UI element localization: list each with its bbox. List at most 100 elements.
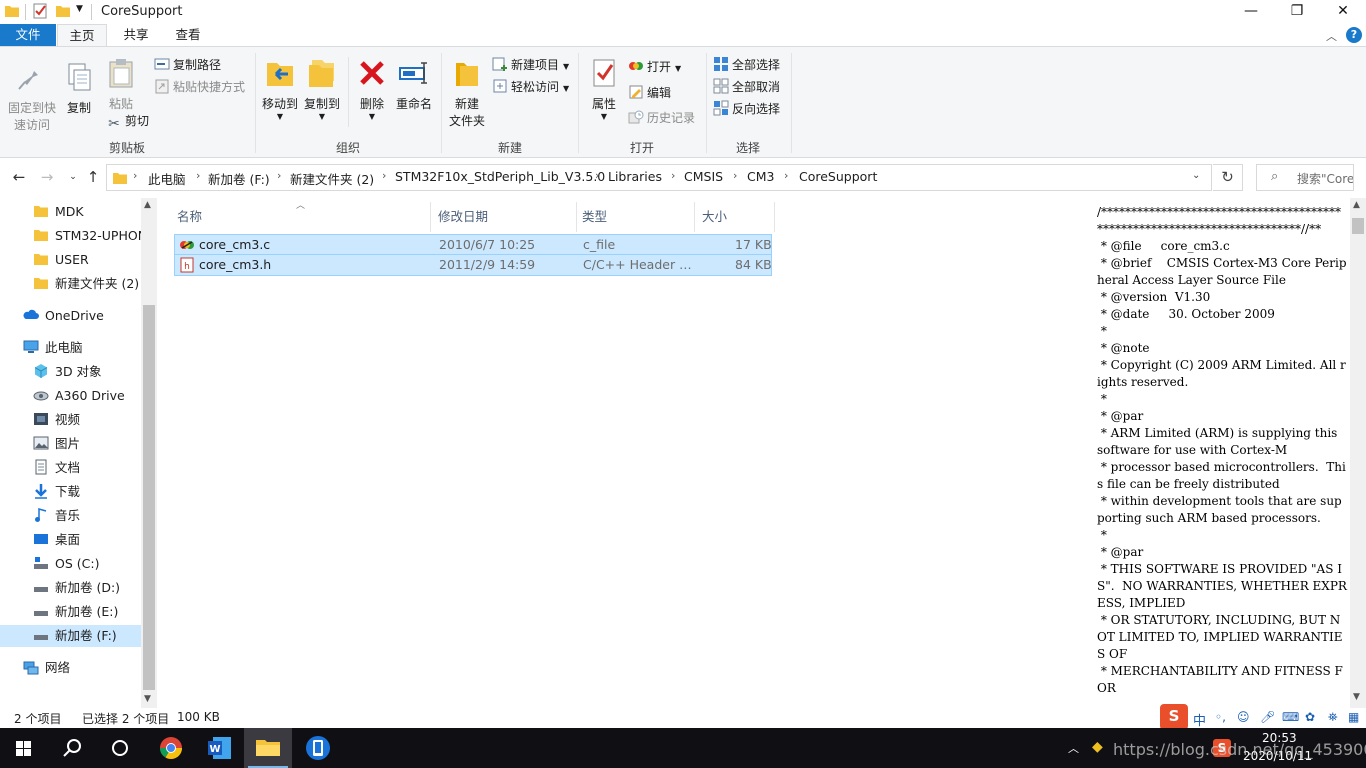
ime-toolbox-icon[interactable]: ▦ bbox=[1348, 710, 1359, 724]
properties-quick-icon[interactable] bbox=[32, 3, 48, 19]
ime-emoji-icon[interactable]: ☺ bbox=[1237, 710, 1250, 724]
ime-mode-label[interactable]: 中 bbox=[1193, 710, 1206, 729]
invert-selection-button[interactable]: 反向选择 bbox=[713, 99, 780, 119]
select-all-button[interactable]: 全部选择 bbox=[713, 55, 780, 75]
breadcrumb-drive-f[interactable]: 新加卷 (F:) bbox=[208, 169, 270, 188]
recent-locations-chevron-icon[interactable]: ⌄ bbox=[62, 166, 84, 188]
refresh-icon[interactable]: ↻ bbox=[1213, 164, 1243, 191]
minimize-button[interactable]: — bbox=[1228, 0, 1274, 24]
tray-expand-icon[interactable]: ︿ bbox=[1068, 740, 1079, 756]
breadcrumb-new-folder-2[interactable]: 新建文件夹 (2) bbox=[290, 169, 374, 188]
breadcrumb-stdperiph-lib[interactable]: STM32F10x_StdPeriph_Lib_V3.5.0 bbox=[395, 169, 605, 184]
tray-app-icon[interactable]: ◆ bbox=[1092, 739, 1103, 755]
breadcrumb-this-pc[interactable]: 此电脑 bbox=[148, 169, 186, 188]
nav-item-music[interactable]: 音乐 bbox=[33, 505, 141, 527]
new-item-button[interactable]: 新建项目 ▼ bbox=[492, 55, 569, 75]
column-header-size[interactable]: 大小 bbox=[685, 202, 775, 232]
chrome-icon[interactable] bbox=[147, 728, 195, 768]
preview-scrollbar[interactable]: ▲ ▼ bbox=[1350, 198, 1366, 708]
tab-home[interactable]: 主页 bbox=[57, 24, 107, 46]
column-header-type[interactable]: 类型 bbox=[565, 202, 695, 232]
nav-item-a360-drive[interactable]: A360 Drive bbox=[33, 385, 141, 407]
back-arrow-icon[interactable]: ← bbox=[8, 166, 30, 188]
copy-path-button[interactable]: 复制路径 bbox=[154, 55, 221, 75]
file-row-core-cm3-c[interactable]: core_cm3.c 2010/6/7 10:25 c_file 17 KB bbox=[174, 234, 772, 255]
help-icon[interactable]: ? bbox=[1346, 27, 1362, 43]
search-box[interactable]: ⌕ 搜索"CoreSupport" bbox=[1256, 164, 1354, 191]
ime-skin-icon[interactable]: ✿ bbox=[1305, 710, 1315, 724]
edit-button[interactable]: 编辑 bbox=[628, 83, 671, 103]
properties-button[interactable]: 属性 ▼ bbox=[585, 57, 623, 121]
nav-item-network[interactable]: 网络 bbox=[23, 657, 141, 679]
new-folder-quick-icon[interactable] bbox=[55, 3, 71, 19]
breadcrumb-chevron-icon[interactable]: › bbox=[784, 169, 788, 182]
file-explorer-icon[interactable] bbox=[244, 728, 292, 768]
ime-shirt-icon[interactable]: ⛯ bbox=[1328, 710, 1338, 725]
breadcrumb-chevron-icon[interactable]: › bbox=[133, 169, 137, 182]
paste-shortcut-button[interactable]: 粘贴快捷方式 bbox=[154, 77, 245, 97]
column-header-modified[interactable]: 修改日期 bbox=[421, 202, 577, 232]
windows-start-icon[interactable] bbox=[0, 728, 48, 768]
nav-item-onedrive[interactable]: OneDrive bbox=[23, 305, 141, 327]
nav-item-desktop[interactable]: 桌面 bbox=[33, 529, 141, 551]
maximize-button[interactable]: ❐ bbox=[1274, 0, 1320, 24]
copy-button[interactable]: 复制 bbox=[62, 61, 96, 117]
breadcrumb-cm3[interactable]: CM3 bbox=[747, 169, 774, 184]
nav-item-documents[interactable]: 文档 bbox=[33, 457, 141, 479]
address-bar[interactable]: › 此电脑 › 新加卷 (F:) › 新建文件夹 (2) › STM32F10x… bbox=[106, 164, 1212, 191]
nav-item-pictures[interactable]: 图片 bbox=[33, 433, 141, 455]
select-none-button[interactable]: 全部取消 bbox=[713, 77, 780, 97]
nav-item-user[interactable]: USER bbox=[33, 249, 141, 271]
new-folder-button[interactable]: 新建 文件夹 bbox=[446, 57, 488, 130]
nav-item-this-pc[interactable]: 此电脑 bbox=[23, 337, 141, 359]
quick-access-dropdown[interactable]: ▼ bbox=[76, 4, 83, 14]
pin-quick-access-button[interactable]: 固定到快 速访问 bbox=[4, 61, 60, 134]
preview-scroll-thumb[interactable] bbox=[1352, 218, 1364, 234]
ime-keyboard-icon[interactable]: ⌨ bbox=[1282, 710, 1299, 724]
breadcrumb-chevron-icon[interactable]: › bbox=[196, 169, 200, 182]
move-to-button[interactable]: 移动到 ▼ bbox=[260, 57, 300, 121]
breadcrumb-chevron-icon[interactable]: › bbox=[595, 169, 599, 182]
nav-item-mdk[interactable]: MDK bbox=[33, 201, 141, 223]
breadcrumb-chevron-icon[interactable]: › bbox=[733, 169, 737, 182]
word-icon[interactable]: W bbox=[196, 728, 244, 768]
collapse-ribbon-icon[interactable]: ︿ bbox=[1326, 28, 1337, 44]
rename-button[interactable]: 重命名 bbox=[394, 57, 434, 113]
scroll-up-icon[interactable]: ▲ bbox=[1353, 200, 1360, 210]
column-header-name[interactable]: 名称 bbox=[160, 202, 431, 232]
breadcrumb-coresupport[interactable]: CoreSupport bbox=[799, 169, 877, 184]
nav-item-drive-c[interactable]: OS (C:) bbox=[33, 553, 141, 575]
address-dropdown-icon[interactable]: ⌄ bbox=[1192, 170, 1200, 181]
nav-item-drive-e[interactable]: 新加卷 (E:) bbox=[33, 601, 141, 623]
breadcrumb-cmsis[interactable]: CMSIS bbox=[684, 169, 723, 184]
sogou-ime-icon[interactable]: S bbox=[1160, 704, 1188, 730]
nav-item-videos[interactable]: 视频 bbox=[33, 409, 141, 431]
phone-companion-icon[interactable] bbox=[294, 728, 342, 768]
nav-item-stm32-uphone[interactable]: STM32-UPHONE bbox=[33, 225, 141, 247]
delete-button[interactable]: 删除 ▼ bbox=[354, 57, 390, 121]
paste-button[interactable]: 粘贴 bbox=[104, 57, 138, 113]
nav-item-new-folder-2[interactable]: 新建文件夹 (2) bbox=[33, 273, 141, 295]
forward-arrow-icon[interactable]: → bbox=[36, 166, 58, 188]
history-button[interactable]: 历史记录 bbox=[628, 108, 695, 128]
open-button[interactable]: 打开 ▼ bbox=[628, 57, 681, 77]
up-arrow-icon[interactable]: ↑ bbox=[82, 166, 104, 188]
breadcrumb-chevron-icon[interactable]: › bbox=[671, 169, 675, 182]
scroll-down-icon[interactable]: ▼ bbox=[1353, 692, 1360, 702]
nav-item-downloads[interactable]: 下载 bbox=[33, 481, 141, 503]
nav-item-3d-objects[interactable]: 3D 对象 bbox=[33, 361, 141, 383]
easy-access-button[interactable]: 轻松访问 ▼ bbox=[492, 77, 569, 97]
scroll-up-icon[interactable]: ▲ bbox=[144, 200, 151, 210]
breadcrumb-chevron-icon[interactable]: › bbox=[382, 169, 386, 182]
nav-item-drive-d[interactable]: 新加卷 (D:) bbox=[33, 577, 141, 599]
file-row-core-cm3-h[interactable]: h core_cm3.h 2011/2/9 14:59 C/C++ Header… bbox=[174, 255, 772, 276]
nav-item-drive-f[interactable]: 新加卷 (F:) bbox=[0, 625, 141, 647]
scroll-down-icon[interactable]: ▼ bbox=[144, 694, 151, 704]
tab-view[interactable]: 查看 bbox=[164, 24, 212, 46]
copy-to-button[interactable]: 复制到 ▼ bbox=[302, 57, 342, 121]
ime-voice-icon[interactable]: 🎤︎ bbox=[1260, 710, 1275, 724]
breadcrumb-libraries[interactable]: Libraries bbox=[608, 169, 662, 184]
tab-file[interactable]: 文件 bbox=[0, 24, 56, 46]
cut-button[interactable]: ✂ 剪切 bbox=[106, 111, 149, 132]
tab-share[interactable]: 共享 bbox=[112, 24, 160, 46]
